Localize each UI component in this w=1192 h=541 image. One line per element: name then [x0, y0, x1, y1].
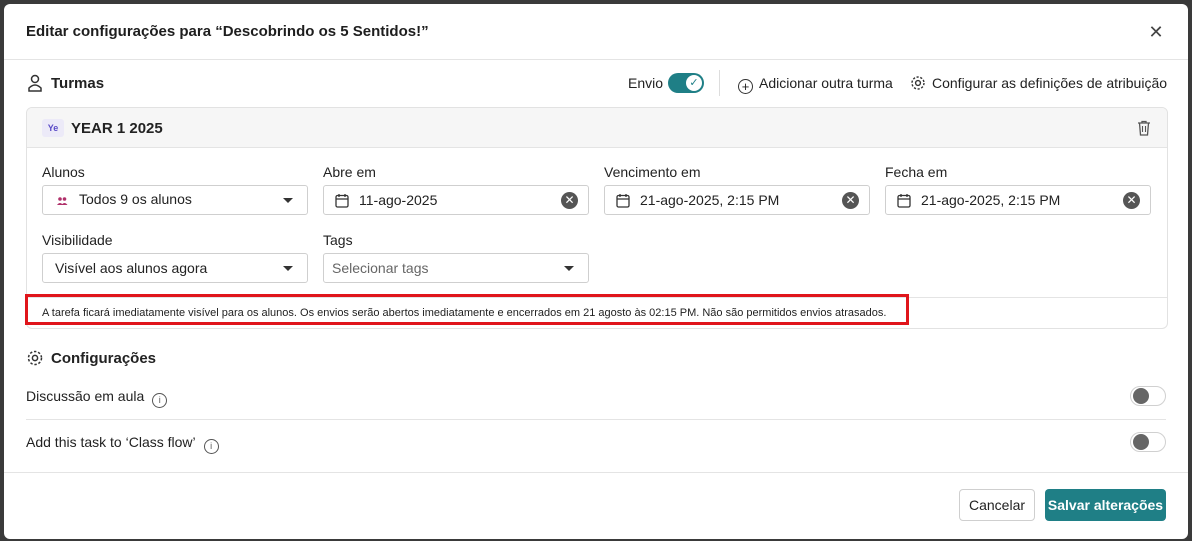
alunos-label: Alunos [42, 164, 85, 180]
students-select[interactable]: Todos 9 os alunos [42, 185, 308, 215]
divider [719, 70, 720, 96]
open-date-field[interactable]: 11-ago-2025 ✕ [323, 185, 589, 215]
chevron-down-icon [564, 266, 574, 271]
info-icon[interactable]: i [203, 439, 219, 454]
visibility-select[interactable]: Visível aos alunos agora [42, 253, 308, 283]
clear-icon[interactable]: ✕ [561, 192, 578, 209]
dialog-header: Editar configurações para “Descobrindo o… [4, 4, 1188, 60]
tags-placeholder: Selecionar tags [332, 260, 429, 276]
setting-label: Add this task to ‘Class flow’ i [26, 434, 219, 454]
open-date-value: 11-ago-2025 [359, 192, 438, 208]
dialog-title: Editar configurações para “Descobrindo o… [26, 23, 429, 40]
check-icon: ✓ [686, 75, 702, 91]
calendar-icon [616, 194, 630, 208]
visibilidade-label: Visibilidade [42, 232, 113, 248]
chevron-down-icon [283, 198, 293, 203]
abre-label: Abre em [323, 164, 376, 180]
clear-icon[interactable]: ✕ [1123, 192, 1140, 209]
class-flow-toggle[interactable] [1130, 432, 1166, 452]
discussion-toggle[interactable] [1130, 386, 1166, 406]
toggle-knob [1133, 388, 1149, 404]
envio-label: Envio [628, 75, 664, 91]
chevron-down-icon [283, 266, 293, 271]
gear-icon [911, 76, 925, 90]
assignment-settings-label: Configurar as definições de atribuição [932, 75, 1168, 91]
configuracoes-title: Configurações [51, 350, 157, 367]
visibility-value: Visível aos alunos agora [55, 260, 208, 276]
class-icon [28, 74, 42, 92]
close-date-field[interactable]: 21-ago-2025, 2:15 PM ✕ [885, 185, 1151, 215]
save-button[interactable]: Salvar alterações [1045, 489, 1166, 521]
students-value: Todos 9 os alunos [79, 191, 192, 207]
assignment-settings-button[interactable]: Configurar as definições de atribuição [910, 75, 1167, 91]
tags-label: Tags [323, 232, 353, 248]
cancel-button[interactable]: Cancelar [959, 489, 1035, 521]
dialog-footer: Cancelar Salvar alterações [4, 472, 1188, 539]
vencimento-label: Vencimento em [604, 164, 701, 180]
info-icon[interactable]: i [152, 393, 168, 408]
clear-icon[interactable]: ✕ [842, 192, 859, 209]
gear-icon [27, 350, 43, 366]
class-flow-label: Add this task to ‘Class flow’ [26, 434, 196, 450]
close-icon[interactable]: ✕ [1146, 22, 1166, 42]
setting-row-discussion: Discussão em aula i [26, 374, 1166, 418]
add-class-button[interactable]: + Adicionar outra turma [738, 75, 893, 94]
class-avatar: Ye [42, 119, 64, 137]
class-card-header: Ye YEAR 1 2025 [27, 108, 1167, 148]
fecha-label: Fecha em [885, 164, 948, 180]
trash-icon[interactable] [1137, 120, 1151, 136]
setting-label: Discussão em aula i [26, 388, 168, 408]
students-icon [57, 197, 68, 205]
plus-circle-icon: + [738, 79, 753, 94]
highlight-annotation [25, 294, 909, 325]
due-date-value: 21-ago-2025, 2:15 PM [640, 192, 780, 208]
toggle-knob [1133, 434, 1149, 450]
close-date-value: 21-ago-2025, 2:15 PM [921, 192, 1061, 208]
add-class-label: Adicionar outra turma [759, 75, 893, 91]
discussion-label: Discussão em aula [26, 388, 145, 404]
calendar-icon [897, 194, 911, 208]
tags-select[interactable]: Selecionar tags [323, 253, 589, 283]
due-date-field[interactable]: 21-ago-2025, 2:15 PM ✕ [604, 185, 870, 215]
edit-settings-dialog: Editar configurações para “Descobrindo o… [4, 4, 1188, 539]
envio-toggle[interactable]: ✓ [668, 73, 704, 93]
turmas-title: Turmas [51, 75, 105, 92]
calendar-icon [335, 194, 349, 208]
class-name: YEAR 1 2025 [71, 120, 163, 137]
setting-row-class-flow: Add this task to ‘Class flow’ i [26, 420, 1166, 464]
